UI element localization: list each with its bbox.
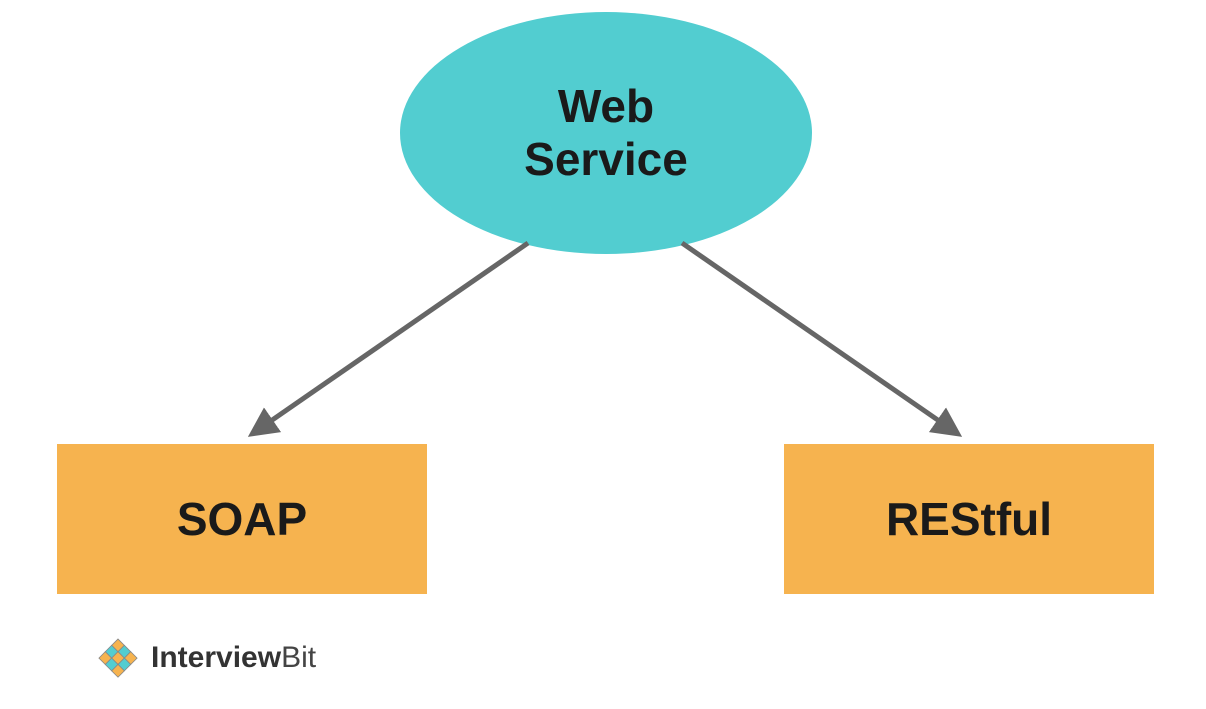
arrow-left (252, 243, 528, 434)
root-label-line2: Service (524, 133, 688, 185)
root-node-label: Web Service (524, 80, 688, 186)
root-node-ellipse: Web Service (400, 12, 812, 254)
root-label-line1: Web (558, 80, 654, 132)
child-node-restful: REStful (784, 444, 1154, 594)
logo-icon (95, 635, 141, 681)
brand-name-part1: Interview (151, 641, 281, 674)
brand-name: InterviewBit (151, 641, 316, 675)
child-node-soap: SOAP (57, 444, 427, 594)
arrow-right (682, 243, 958, 434)
brand-name-part2: Bit (281, 641, 316, 674)
child-label-restful: REStful (886, 492, 1052, 546)
brand-logo: InterviewBit (95, 635, 316, 681)
child-label-soap: SOAP (177, 492, 307, 546)
